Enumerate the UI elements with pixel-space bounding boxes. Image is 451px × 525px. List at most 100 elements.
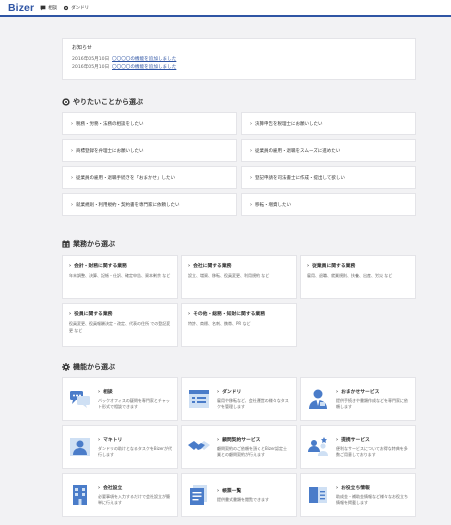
business-card[interactable]: › 従業員に関する業務 雇用、退職、就業規則、扶養、出産、労災 など	[300, 255, 416, 299]
want-item[interactable]: › 従業員の雇用・退職手続きを「おまかせ」したい	[62, 166, 237, 189]
chevron-right-icon: ›	[98, 389, 101, 395]
feature-card[interactable]: › マキトリ ダンドリの助けとなるタスクをBizerが代行します	[62, 425, 178, 469]
business-card[interactable]: › その他・総務・知財に関する業務 特許、商標、名刺、携帯、PR など	[181, 303, 297, 347]
chevron-right-icon: ›	[69, 311, 72, 317]
chevron-right-icon: ›	[217, 488, 220, 494]
want-item-label: 移転・増資したい	[255, 202, 291, 208]
assistant-person-icon	[68, 435, 92, 459]
section-title: 機能から選ぶ	[73, 363, 115, 371]
chevron-right-icon: ›	[336, 389, 339, 395]
business-card[interactable]: › 会計・財務に関する業務 年末調整、決算、記帳・仕訳、確定申告、資本剰余 など	[62, 255, 178, 299]
feature-card[interactable]: › おまかせサービス 提供手続きや書類作成などを専門家に依頼します	[300, 377, 416, 421]
want-item[interactable]: › 税務・労務・法務の相談をしたい	[62, 112, 237, 135]
chevron-right-icon: ›	[98, 437, 101, 443]
feature-card[interactable]: › 帳票一覧 提供書式書類を閲覧できます	[181, 473, 297, 517]
feature-card[interactable]: › ダンドリ 雇用や移転など、会社運営の様々なタスクを管理します	[181, 377, 297, 421]
feature-card[interactable]: › 提携サービス 便利なサービスについてお得な特典を多数ご用意しております	[300, 425, 416, 469]
chevron-right-icon: ›	[71, 147, 73, 154]
nav-item-label: ダンドリ	[71, 5, 90, 11]
section-title: 業務から選ぶ	[73, 240, 115, 248]
notice-item: 2016年05月10日 〇〇〇〇の機能を追加しました	[72, 64, 406, 72]
business-card-title: › その他・総務・知財に関する業務	[188, 311, 266, 317]
feature-card[interactable]: › お役立ち情報 助成金・補助金情報など様々なお役立ち情報を掲載します	[300, 473, 416, 517]
want-item-label: 商標登録を弁理士にお願いしたい	[76, 148, 144, 154]
chevron-right-icon: ›	[98, 485, 101, 491]
chevron-right-icon: ›	[307, 263, 310, 269]
notice-link[interactable]: 〇〇〇〇の機能を追加しました	[112, 56, 176, 64]
notice-item: 2016年05月10日 〇〇〇〇の機能を追加しました	[72, 56, 406, 64]
business-card-title: › 会計・財務に関する業務	[69, 263, 127, 269]
feature-card-title: › 相談	[98, 389, 113, 395]
business-card[interactable]: › 会社に関する業務 設立、増資、移転、役員変更、利用規約 など	[181, 255, 297, 299]
want-item[interactable]: › 決算申告を税理士にお願いしたい	[241, 112, 416, 135]
want-item[interactable]: › 就業規則・利用規約・契約書を専門家に依頼したい	[62, 193, 237, 216]
want-item-label: 従業員の雇用・退職をスムーズに進めたい	[255, 148, 341, 154]
nav-item-consult[interactable]: 相談	[40, 5, 57, 11]
feature-card-title: › ダンドリ	[217, 389, 242, 395]
want-item-label: 就業規則・利用規約・契約書を専門家に依頼したい	[76, 202, 180, 208]
want-item-label: 従業員の雇用・退職手続きを「おまかせ」したい	[76, 175, 175, 181]
chat-icon	[40, 5, 46, 11]
business-card-desc: 年末調整、決算、記帳・仕訳、確定申告、資本剰余 など	[69, 273, 171, 278]
business-section-heading: 業務から選ぶ	[62, 239, 115, 249]
notice-panel: お知らせ 2016年05月10日 〇〇〇〇の機能を追加しました 2016年05月…	[62, 38, 416, 80]
chevron-right-icon: ›	[71, 174, 73, 181]
business-card-title: › 従業員に関する業務	[307, 263, 356, 269]
chevron-right-icon: ›	[69, 263, 72, 269]
nav-item-dandori[interactable]: ダンドリ	[63, 5, 89, 11]
feature-card-desc: 顧問契約のご依頼を頂くとBizer認定士業との顧問契約が行えます	[217, 446, 288, 457]
feature-card-title: › 帳票一覧	[217, 488, 242, 494]
top-bar: Bizer 相談 ダンドリ	[0, 0, 451, 17]
app-logo[interactable]: Bizer	[8, 2, 34, 14]
chevron-right-icon: ›	[250, 147, 252, 154]
chevron-right-icon: ›	[217, 437, 220, 443]
want-item[interactable]: › 移転・増資したい	[241, 193, 416, 216]
want-item-label: 登記申請を司法書士に作成・提出して欲しい	[255, 175, 345, 181]
chevron-right-icon: ›	[250, 201, 252, 208]
feature-card-title: › おまかせサービス	[336, 389, 380, 395]
business-card-desc: 役員変更、役員報酬決定・改定、代表の住所 での登記変更 など	[69, 321, 171, 333]
business-card-title: › 役員に関する業務	[69, 311, 113, 317]
target-icon	[62, 98, 70, 106]
nav-item-label: 相談	[48, 5, 58, 11]
chevron-right-icon: ›	[336, 485, 339, 491]
feature-card-title: › 会社設立	[98, 485, 123, 491]
notice-link[interactable]: 〇〇〇〇の機能を追加しました	[112, 64, 176, 72]
feature-card[interactable]: › 会社設立 必要事項を入力するだけで会社設立が簡単に行えます	[62, 473, 178, 517]
info-book-icon	[306, 483, 330, 507]
business-card-desc: 設立、増資、移転、役員変更、利用規約 など	[188, 273, 270, 278]
chevron-right-icon: ›	[188, 263, 191, 269]
feature-card[interactable]: › 相談 バックオフィスの疑問を専門家とチャット形式で相談できます	[62, 377, 178, 421]
chevron-right-icon: ›	[250, 174, 252, 181]
gear-icon	[63, 5, 69, 11]
building-icon	[68, 483, 92, 507]
partner-network-icon	[306, 435, 330, 459]
want-item-label: 税務・労務・法務の相談をしたい	[76, 121, 144, 127]
task-list-icon	[187, 387, 211, 411]
feature-card-desc: ダンドリの助けとなるタスクをBizerが代行します	[98, 446, 172, 457]
feature-card-title: › 提携サービス	[336, 437, 370, 443]
chat-bubbles-icon	[68, 387, 92, 411]
chevron-right-icon: ›	[188, 311, 191, 317]
business-card-grid: › 会計・財務に関する業務 年末調整、決算、記帳・仕訳、確定申告、資本剰余 など …	[62, 255, 416, 347]
chevron-right-icon: ›	[71, 120, 73, 127]
business-card[interactable]: › 役員に関する業務 役員変更、役員報酬決定・改定、代表の住所 での登記変更 など	[62, 303, 178, 347]
notice-date: 2016年05月10日	[72, 65, 110, 70]
chevron-right-icon: ›	[217, 389, 220, 395]
business-card-desc: 雇用、退職、就業規則、扶養、出産、労災 など	[307, 273, 393, 278]
feature-card[interactable]: › 顧問契約サービス 顧問契約のご依頼を頂くとBizer認定士業との顧問契約が行え…	[181, 425, 297, 469]
feature-card-title: › お役立ち情報	[336, 485, 370, 491]
feature-card-desc: 便利なサービスについてお得な特典を多数ご用意しております	[336, 446, 408, 457]
want-item[interactable]: › 従業員の雇用・退職をスムーズに進めたい	[241, 139, 416, 162]
gear-icon	[62, 363, 70, 371]
chevron-right-icon: ›	[250, 120, 252, 127]
expert-person-icon	[306, 387, 330, 411]
feature-card-title: › マキトリ	[98, 437, 123, 443]
feature-card-title: › 顧問契約サービス	[217, 437, 261, 443]
want-item-label: 決算申告を税理士にお願いしたい	[255, 121, 323, 127]
feature-card-desc: 提供手続きや書類作成などを専門家に依頼します	[336, 398, 408, 409]
want-item[interactable]: › 商標登録を弁理士にお願いしたい	[62, 139, 237, 162]
business-card-title: › 会社に関する業務	[188, 263, 232, 269]
notice-title: お知らせ	[72, 45, 92, 51]
want-item[interactable]: › 登記申請を司法書士に作成・提出して欲しい	[241, 166, 416, 189]
